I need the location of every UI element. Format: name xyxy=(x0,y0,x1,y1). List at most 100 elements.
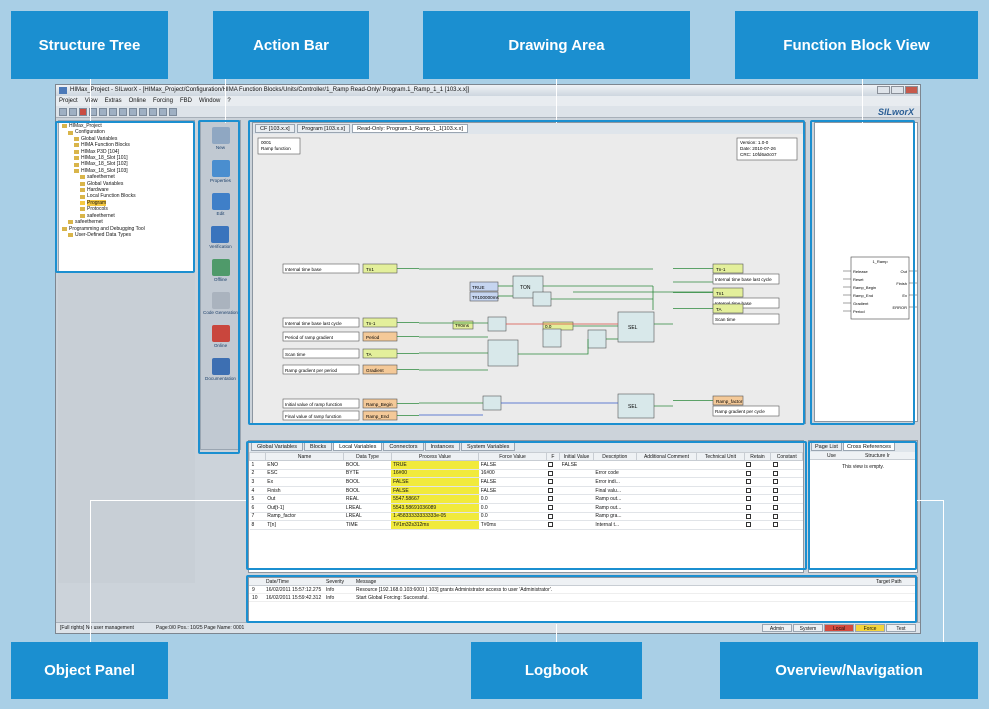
force-value[interactable]: 16#00 xyxy=(478,469,547,479)
column-header[interactable]: Description xyxy=(592,452,637,461)
drawing-tab[interactable]: Read-Only: Program.1_Ramp_1_1[103.x.x] xyxy=(352,124,468,133)
maximize-button[interactable] xyxy=(891,86,904,94)
action-4[interactable]: Offline xyxy=(211,259,230,282)
force-value[interactable]: 0.0 xyxy=(478,512,547,522)
force-checkbox[interactable] xyxy=(548,487,554,493)
column-header[interactable]: Retain xyxy=(743,452,772,461)
variable-row[interactable]: 6 Out[t-1] LREAL 5543.58691036089 0.0 Ramp ou… xyxy=(249,503,803,513)
constant-checkbox[interactable] xyxy=(772,470,778,476)
menu-item-7[interactable]: ? xyxy=(227,96,230,106)
operator-block[interactable] xyxy=(542,328,562,348)
retain-checkbox[interactable] xyxy=(746,461,751,467)
variable-row[interactable]: 8 T[n] TIME T#1m32s312ms T#0ms Internal t... xyxy=(249,520,803,530)
force-checkbox[interactable] xyxy=(548,513,554,519)
operator-block[interactable] xyxy=(482,395,502,411)
force-value[interactable]: FALSE xyxy=(478,460,547,470)
paste-icon[interactable] xyxy=(119,108,127,116)
minimize-button[interactable] xyxy=(877,86,890,94)
menu-item-6[interactable]: Window xyxy=(199,96,220,106)
variable-row[interactable]: 1 ENO BOOL TRUE FALSE FALSE xyxy=(249,460,803,470)
object-tab[interactable]: Global Variables xyxy=(251,442,303,451)
action-6[interactable]: Online xyxy=(211,325,230,348)
variable-row[interactable]: 7 Ramp_factor LREAL 1.45833333333333e-05 0.0… xyxy=(249,512,803,522)
action-1[interactable]: Properties xyxy=(210,160,231,183)
column-header[interactable]: Name xyxy=(264,452,345,461)
force-checkbox[interactable] xyxy=(548,470,554,476)
retain-checkbox[interactable] xyxy=(746,522,751,528)
force-value[interactable]: 0.0 xyxy=(478,494,547,504)
object-tab[interactable]: Connectors xyxy=(383,442,424,451)
menu-item-4[interactable]: Forcing xyxy=(153,96,173,106)
constant-checkbox[interactable] xyxy=(772,487,778,493)
force-value[interactable]: FALSE xyxy=(478,477,547,487)
column-header[interactable] xyxy=(249,452,266,461)
action-7[interactable]: Documentation xyxy=(205,358,236,381)
constant-checkbox[interactable] xyxy=(772,504,778,510)
action-5[interactable]: Code Generation xyxy=(203,292,238,315)
operator-block[interactable] xyxy=(532,291,552,307)
action-3[interactable]: Verification xyxy=(209,226,232,249)
object-tab[interactable]: Blocks xyxy=(303,442,333,451)
open-icon[interactable] xyxy=(69,108,77,116)
variable-row[interactable]: 3 Ex BOOL FALSE FALSE Error indi... xyxy=(249,477,803,487)
constant-checkbox[interactable] xyxy=(772,461,778,467)
object-tab[interactable]: Local Variables xyxy=(333,442,383,451)
constant-checkbox[interactable] xyxy=(772,513,778,519)
navigation-tab[interactable]: Page List xyxy=(811,442,842,451)
variable-row[interactable]: 4 Finish BOOL FALSE FALSE Final valu... xyxy=(249,486,803,496)
redo-icon[interactable] xyxy=(139,108,147,116)
object-tab[interactable]: Instances xyxy=(424,442,461,451)
logbook-row[interactable]: 9 16/02/2011 15:57:12.275 Info Resource [19… xyxy=(249,586,917,594)
constant-checkbox[interactable] xyxy=(772,479,778,485)
operator-block[interactable] xyxy=(487,339,519,367)
logbook-row[interactable]: 10 16/02/2011 15:59:42.312 Info Start Globa… xyxy=(249,594,917,602)
action-0[interactable]: New xyxy=(211,127,230,150)
retain-checkbox[interactable] xyxy=(746,470,751,476)
search-icon[interactable] xyxy=(169,108,177,116)
menu-item-2[interactable]: Extras xyxy=(105,96,122,106)
column-header[interactable]: Force Value xyxy=(478,452,547,461)
logbook-column-header[interactable]: Severity xyxy=(323,578,353,585)
fbd-canvas[interactable]: 0001 Ramp function Version: 1.0-0 Date: 201… xyxy=(253,134,805,425)
object-tab[interactable]: System Variables xyxy=(461,442,516,451)
stop-icon[interactable] xyxy=(79,108,87,116)
column-header[interactable]: F xyxy=(545,452,561,461)
constant-checkbox[interactable] xyxy=(772,522,778,528)
retain-checkbox[interactable] xyxy=(746,487,751,493)
variable-row[interactable]: 5 Out REAL 5547.58667 0.0 Ramp out... xyxy=(249,494,803,504)
menu-item-0[interactable]: Project xyxy=(59,96,78,106)
force-value[interactable]: T#0ms xyxy=(478,520,547,530)
variable-row[interactable]: 2 ESC BYTE 16#00 16#00 Error code xyxy=(249,469,803,479)
force-checkbox[interactable] xyxy=(548,479,554,485)
action-2[interactable]: Edit xyxy=(211,193,230,216)
retain-checkbox[interactable] xyxy=(746,504,751,510)
column-header[interactable]: Data Type xyxy=(343,452,392,461)
drawing-tab[interactable]: Program [103.x.x] xyxy=(296,124,351,133)
logbook-column-header[interactable]: Target Path xyxy=(873,578,913,585)
retain-checkbox[interactable] xyxy=(746,513,751,519)
logbook-column-header[interactable]: Date/Time xyxy=(263,578,323,585)
operator-block[interactable] xyxy=(487,316,507,332)
retain-checkbox[interactable] xyxy=(746,496,751,502)
logbook-column-header[interactable] xyxy=(249,578,263,585)
close-button[interactable] xyxy=(905,86,918,94)
column-header[interactable]: Technical Unit xyxy=(696,452,745,461)
navigation-tab[interactable]: Cross References xyxy=(842,442,895,451)
column-header[interactable]: Initial Value xyxy=(559,452,594,461)
force-checkbox[interactable] xyxy=(548,461,554,467)
drawing-tab[interactable]: CF [103.x.x] xyxy=(255,124,295,133)
column-header[interactable]: Constant xyxy=(770,452,803,461)
new-icon[interactable] xyxy=(59,108,67,116)
force-value[interactable]: FALSE xyxy=(478,486,547,496)
zoom-in-icon[interactable] xyxy=(149,108,157,116)
retain-checkbox[interactable] xyxy=(746,479,751,485)
copy-icon[interactable] xyxy=(109,108,117,116)
menu-item-5[interactable]: FBD xyxy=(180,96,192,106)
menu-item-3[interactable]: Online xyxy=(129,96,146,106)
cut-icon[interactable] xyxy=(99,108,107,116)
force-checkbox[interactable] xyxy=(548,504,554,510)
column-header[interactable]: Process Value xyxy=(390,452,480,461)
logbook-column-header[interactable]: Message xyxy=(353,578,873,585)
menu-item-1[interactable]: View xyxy=(85,96,98,106)
force-value[interactable]: 0.0 xyxy=(478,503,547,513)
